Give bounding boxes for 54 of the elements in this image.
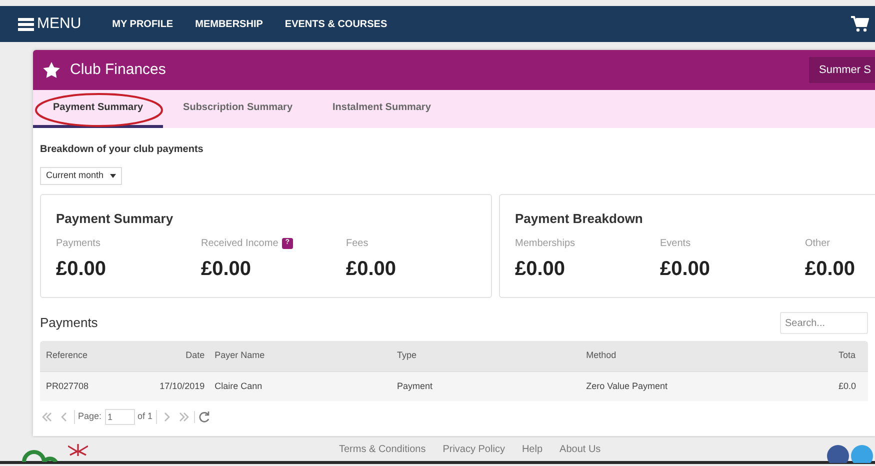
column-header: Type xyxy=(396,349,418,362)
page-label: Page: xyxy=(74,410,102,424)
table-cell-text: PR027708 xyxy=(46,380,90,393)
table-cell-text: 17/10/2019 xyxy=(158,380,205,393)
page-field[interactable]: 1 xyxy=(104,409,135,425)
table-cell-text: £0.0 xyxy=(838,380,857,393)
stat-label: Memberships xyxy=(515,237,576,251)
column-header: Date xyxy=(184,349,205,362)
tab[interactable]: Payment Summary xyxy=(33,90,164,128)
stat-label: Events xyxy=(660,237,691,251)
stat-value: £0.00 xyxy=(346,256,398,282)
footer-link[interactable]: Help xyxy=(522,442,543,457)
panel-title: Club Finances xyxy=(70,60,166,80)
card-title: Payment Summary xyxy=(56,210,174,228)
nav-link[interactable]: MY PROFILE xyxy=(112,16,174,32)
footer-link[interactable]: About Us xyxy=(560,442,601,457)
star-icon xyxy=(43,62,60,78)
season-button[interactable]: Summer S xyxy=(809,57,875,83)
column-header: Method xyxy=(586,349,618,362)
stat-value: £0.00 xyxy=(56,256,108,282)
footer-link[interactable]: Privacy Policy xyxy=(442,442,505,457)
column-header: Tota xyxy=(838,349,856,362)
column-header: Payer Name xyxy=(214,349,266,362)
nav-link[interactable]: MEMBERSHIP xyxy=(195,16,263,32)
column-header: Reference xyxy=(46,349,89,362)
intro-text: Breakdown of your club payments xyxy=(40,143,204,157)
period-select[interactable]: Current month xyxy=(40,167,122,185)
stat-value: £0.00 xyxy=(660,256,712,282)
nav-link[interactable]: EVENTS & COURSES xyxy=(284,16,388,32)
stat-label: Fees xyxy=(346,237,368,251)
stat-label: Other xyxy=(805,237,830,251)
stat-label: Received Income xyxy=(201,237,278,251)
table-cell-text: Claire Cann xyxy=(214,380,264,393)
cart-icon[interactable] xyxy=(851,16,869,32)
tab[interactable]: Instalment Summary xyxy=(312,90,451,128)
section-title: Payments xyxy=(40,314,98,332)
table-cell-text: Payment xyxy=(396,380,434,393)
table-cell-text: Zero Value Payment xyxy=(586,380,669,393)
last-page-icon[interactable] xyxy=(176,412,191,422)
tab[interactable]: Subscription Summary xyxy=(163,90,313,128)
first-page-icon[interactable] xyxy=(40,412,54,422)
caret-icon xyxy=(110,174,116,178)
footer-link[interactable]: Terms & Conditions xyxy=(339,442,426,457)
menu-button[interactable]: MENU xyxy=(18,12,82,36)
table-row[interactable]: PR027708 17/10/2019 Claire Cann Payment Zero Value Payment £0.0 xyxy=(40,371,868,401)
menu-icon xyxy=(18,18,34,30)
stat-value: £0.00 xyxy=(201,256,252,282)
refresh-icon[interactable] xyxy=(194,411,210,423)
stat-label: Payments xyxy=(56,237,100,251)
stat-value: £0.00 xyxy=(805,256,856,282)
page-count: of 1 xyxy=(138,410,157,424)
card-title: Payment Breakdown xyxy=(515,210,644,228)
stat-value: £0.00 xyxy=(515,256,566,282)
search-field[interactable]: Search... xyxy=(780,312,868,334)
